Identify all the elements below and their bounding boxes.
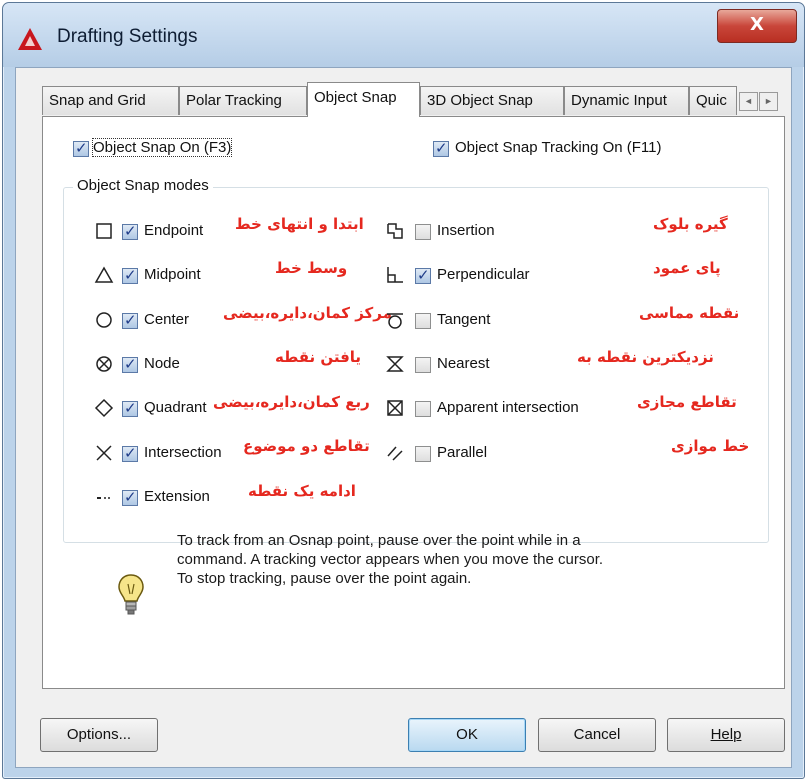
lightbulb-icon [118, 574, 144, 615]
object-snap-modes-title: Object Snap modes [73, 177, 213, 194]
parallel-label[interactable]: Parallel [437, 444, 487, 461]
circle-icon [96, 312, 112, 328]
nearest-label[interactable]: Nearest [437, 355, 490, 372]
extension-icon [97, 497, 110, 499]
object-snap-panel: Object Snap On (F3) Object Snap Tracking… [42, 116, 785, 689]
intersection-checkbox[interactable] [122, 444, 138, 462]
midpoint-label[interactable]: Midpoint [144, 266, 201, 283]
perpendicular-icon [387, 267, 403, 283]
tangent-icon [387, 313, 403, 329]
title-bar[interactable]: Drafting Settings X [3, 3, 804, 67]
apparent-intersection-label[interactable]: Apparent intersection [437, 399, 579, 416]
dialog-body: Snap and Grid Polar Tracking Object Snap… [15, 67, 792, 768]
drafting-settings-dialog: Drafting Settings X Snap and Grid Polar … [2, 2, 805, 779]
perpendicular-label[interactable]: Perpendicular [437, 266, 530, 283]
tangent-annotation: نقطه مماسی [639, 304, 740, 322]
intersection-annotation: تقاطع دو موضوع [243, 437, 370, 455]
object-snap-on-checkbox[interactable] [73, 139, 89, 157]
extension-checkbox[interactable] [122, 488, 138, 506]
quadrant-checkbox[interactable] [122, 399, 138, 417]
tip-line-2: command. A tracking vector appears when … [177, 551, 604, 568]
tangent-label[interactable]: Tangent [437, 311, 490, 328]
center-label[interactable]: Center [144, 311, 189, 328]
options-button[interactable]: Options... [40, 718, 158, 752]
tab-quick-properties[interactable]: Quic [689, 86, 737, 115]
ok-button[interactable]: OK [408, 718, 526, 752]
tip-line-1: To track from an Osnap point, pause over… [177, 532, 581, 549]
node-checkbox[interactable] [122, 355, 138, 373]
apparent-intersection-checkbox[interactable] [415, 401, 431, 417]
nearest-checkbox[interactable] [415, 357, 431, 373]
endpoint-label[interactable]: Endpoint [144, 222, 203, 239]
tab-snap-and-grid[interactable]: Snap and Grid [42, 86, 179, 115]
quadrant-label[interactable]: Quadrant [144, 399, 207, 416]
insertion-checkbox[interactable] [415, 224, 431, 240]
insertion-annotation: گیره بلوک [653, 215, 728, 233]
midpoint-annotation: وسط خط [275, 259, 348, 277]
center-annotation: مرکز کمان،دایره،بیضی [223, 304, 392, 322]
quadrant-annotation: ربع کمان،دایره،بیضی [213, 393, 370, 411]
autocad-logo-icon [18, 28, 42, 50]
intersection-label[interactable]: Intersection [144, 444, 222, 461]
window-title: Drafting Settings [57, 26, 198, 47]
tab-object-snap[interactable]: Object Snap [307, 82, 420, 117]
tab-polar-tracking[interactable]: Polar Tracking [179, 86, 307, 115]
cross-icon [96, 445, 112, 461]
tab-3d-object-snap[interactable]: 3D Object Snap [420, 86, 564, 115]
tangent-checkbox[interactable] [415, 313, 431, 329]
tab-scroll-right-button[interactable]: ► [759, 92, 778, 111]
close-button[interactable]: X [717, 9, 797, 43]
tab-dynamic-input[interactable]: Dynamic Input [564, 86, 689, 115]
endpoint-annotation: ابتدا و انتهای خط [235, 215, 364, 233]
object-snap-tracking-on-checkbox[interactable] [433, 139, 449, 157]
insertion-label[interactable]: Insertion [437, 222, 495, 239]
diamond-icon [94, 398, 114, 418]
perpendicular-annotation: پای عمود [653, 259, 721, 277]
parallel-icon [387, 446, 403, 461]
center-checkbox[interactable] [122, 311, 138, 329]
square-icon [96, 223, 112, 239]
apparent-intersection-icon [387, 400, 403, 416]
help-button[interactable]: Help [667, 718, 785, 752]
parallel-checkbox[interactable] [415, 446, 431, 462]
node-icon [96, 356, 112, 372]
nearest-annotation: نزدیکترین نقطه به [577, 348, 714, 366]
triangle-icon [94, 266, 114, 283]
node-label[interactable]: Node [144, 355, 180, 372]
apparent-intersection-annotation: تقاطع مجازی [637, 393, 737, 411]
tip-text: To track from an Osnap point, pause over… [177, 531, 737, 588]
node-annotation: یافتن نقطه [275, 348, 362, 366]
extension-annotation: ادامه یک نقطه [248, 482, 356, 500]
tab-scroll-left-button[interactable]: ◄ [739, 92, 758, 111]
insertion-icon [387, 223, 403, 239]
endpoint-checkbox[interactable] [122, 222, 138, 240]
parallel-annotation: خط موازی [671, 437, 750, 455]
midpoint-checkbox[interactable] [122, 266, 138, 284]
nearest-icon [386, 356, 404, 372]
tip-line-3: To stop tracking, pause over the point a… [177, 570, 472, 587]
object-snap-on-label[interactable]: Object Snap On (F3) [91, 138, 233, 157]
perpendicular-checkbox[interactable] [415, 266, 431, 284]
cancel-button[interactable]: Cancel [538, 718, 656, 752]
object-snap-tracking-on-label[interactable]: Object Snap Tracking On (F11) [455, 139, 661, 156]
extension-label[interactable]: Extension [144, 488, 210, 505]
